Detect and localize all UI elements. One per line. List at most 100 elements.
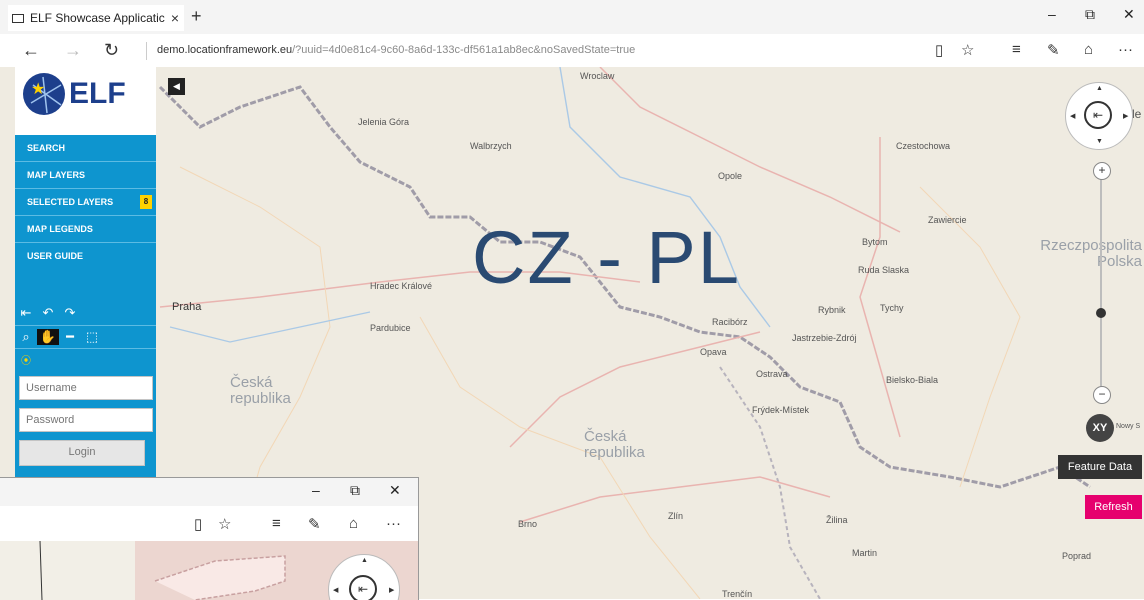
login-button[interactable]: Login: [19, 440, 145, 466]
inset-hub-icon[interactable]: ≡: [272, 515, 281, 532]
map-label: Jastrzebie-Zdrój: [792, 333, 857, 343]
coordinates-button[interactable]: XY: [1086, 414, 1114, 442]
logo-text: ELF: [69, 77, 126, 110]
inset-reading-view-icon[interactable]: ▯: [194, 515, 202, 533]
map-label: Walbrzych: [470, 141, 512, 151]
river: [169, 311, 371, 343]
username-field[interactable]: [19, 376, 153, 400]
refresh-button[interactable]: Refresh: [1085, 495, 1142, 519]
zoom-box-icon[interactable]: ⌕: [15, 329, 37, 345]
map-label: Zawiercie: [928, 215, 967, 225]
map-label-capital: Praha: [172, 301, 202, 313]
browser-tab[interactable]: ELF Showcase Applicatic ×: [8, 5, 184, 31]
zoom-slider-handle[interactable]: [1096, 308, 1106, 318]
selected-layers-badge: 8: [140, 195, 152, 209]
region-border: [719, 366, 821, 599]
inset-pan-right-icon[interactable]: ▶: [389, 586, 394, 594]
close-window-icon[interactable]: ✕: [1123, 6, 1135, 23]
map-label: Opava: [700, 347, 727, 357]
more-icon[interactable]: ···: [1118, 41, 1133, 58]
menu-item-selected-layers[interactable]: SELECTED LAYERS 8: [15, 189, 156, 216]
zoom-slider-track[interactable]: [1100, 176, 1102, 388]
map-label: Pardubice: [370, 323, 411, 333]
map-label: Nowy S: [1116, 423, 1141, 430]
inset-favorite-icon[interactable]: ☆: [218, 515, 231, 533]
sidebar-menu: SEARCH MAP LAYERS SELECTED LAYERS 8 MAP L…: [15, 135, 156, 269]
map-label: Racibórz: [712, 317, 748, 327]
pan-down-icon[interactable]: ▼: [1096, 138, 1103, 145]
undo-icon[interactable]: ↶: [37, 305, 59, 321]
map-label: Žilina: [826, 515, 848, 525]
menu-item-search[interactable]: SEARCH: [15, 135, 156, 162]
menu-item-map-layers[interactable]: MAP LAYERS: [15, 162, 156, 189]
inset-minimize-icon[interactable]: –: [312, 482, 320, 498]
reset-view-icon[interactable]: ⇤: [1084, 101, 1112, 129]
elf-sidebar: ★ ELF SEARCH MAP LAYERS SELECTED LAYERS 8…: [15, 67, 156, 477]
back-icon[interactable]: ←: [22, 41, 40, 59]
browser-tab-bar: ELF Showcase Applicatic × + – ⧉ ✕: [0, 0, 1144, 34]
road: [599, 67, 901, 233]
map-label: Bielsko-Biala: [886, 375, 939, 385]
map-label: Brno: [518, 519, 538, 529]
url-domain: demo.locationframework.eu: [157, 44, 293, 56]
pan-right-icon[interactable]: ▶: [1123, 112, 1128, 120]
pan-left-icon[interactable]: ◀: [1070, 112, 1075, 120]
share-icon[interactable]: ⌂: [1084, 41, 1093, 58]
measure-area-icon[interactable]: ⬚: [81, 329, 103, 345]
map-label: Wroclaw: [580, 71, 615, 81]
pan-hand-icon[interactable]: ✋: [37, 329, 59, 345]
map-label: Zlín: [668, 511, 684, 521]
menu-item-map-legends[interactable]: MAP LEGENDS: [15, 216, 156, 243]
map-country-label: Česká republika: [584, 428, 645, 461]
url-path: /?uuid=4d0e81c4-9c60-8a6d-133c-df561a1ab…: [292, 44, 636, 56]
menu-item-label: SELECTED LAYERS: [27, 197, 114, 207]
web-note-icon[interactable]: ✎: [1047, 41, 1060, 59]
road: [859, 137, 901, 438]
menu-item-label: USER GUIDE: [27, 251, 84, 261]
tab-close-icon[interactable]: ×: [166, 10, 184, 26]
map-label: Tychy: [880, 303, 904, 313]
menu-item-label: MAP LAYERS: [27, 170, 86, 180]
inset-reset-view-icon[interactable]: ⇤: [349, 575, 377, 600]
password-field[interactable]: [19, 408, 153, 432]
geolocation-icon[interactable]: ⦿: [15, 352, 37, 367]
pan-control[interactable]: ▲ ▼ ◀ ▶ ⇤: [1065, 82, 1133, 150]
map-tools-toolbar: ⌕ ✋ ━ ⬚: [15, 325, 156, 349]
map-label: Czestochowa: [896, 141, 951, 151]
map-label: Poprad: [1062, 551, 1092, 561]
inset-pan-up-icon[interactable]: ▲: [361, 557, 368, 564]
menu-item-user-guide[interactable]: USER GUIDE: [15, 243, 156, 269]
map-country-label: Rzeczpospolita Polska: [1040, 237, 1142, 270]
map-label: le: [1132, 107, 1142, 121]
minimize-icon[interactable]: –: [1048, 6, 1056, 22]
reading-view-icon[interactable]: ▯: [935, 41, 943, 59]
map-label: Trenčín: [722, 589, 753, 599]
zoom-out-button[interactable]: −: [1093, 386, 1111, 404]
inset-share-icon[interactable]: ⌂: [349, 515, 358, 532]
pan-up-icon[interactable]: ▲: [1096, 85, 1103, 92]
map-label: Martin: [852, 548, 878, 558]
redo-icon[interactable]: ↷: [59, 305, 81, 321]
zoom-in-button[interactable]: +: [1093, 162, 1111, 180]
location-toolbar: ⦿: [15, 351, 156, 367]
inset-more-icon[interactable]: ···: [386, 515, 401, 532]
new-tab-button[interactable]: +: [191, 6, 202, 26]
refresh-icon[interactable]: ↻: [104, 41, 119, 59]
home-extent-icon[interactable]: ⇤: [15, 305, 37, 321]
collapse-sidebar-button[interactable]: ◀: [168, 78, 185, 95]
inset-close-icon[interactable]: ✕: [389, 482, 401, 499]
inset-notes-icon[interactable]: ✎: [308, 515, 321, 533]
map-label: Frýdek-Místek: [752, 405, 810, 415]
favorite-star-icon[interactable]: ☆: [961, 41, 974, 59]
measure-line-icon[interactable]: ━: [59, 329, 81, 345]
map-label: Ruda Slaska: [858, 265, 910, 275]
forward-icon[interactable]: →: [64, 41, 82, 59]
url-field[interactable]: demo.locationframework.eu/?uuid=4d0e81c4…: [157, 44, 635, 56]
inset-restore-icon[interactable]: ⧉: [350, 482, 360, 499]
map-label: Jelenia Góra: [358, 117, 410, 127]
map-label: Opole: [718, 171, 743, 181]
hub-icon[interactable]: ≡: [1012, 41, 1021, 58]
inset-pan-left-icon[interactable]: ◀: [333, 586, 338, 594]
feature-data-button[interactable]: Feature Data: [1058, 455, 1142, 479]
restore-icon[interactable]: ⧉: [1085, 6, 1095, 23]
